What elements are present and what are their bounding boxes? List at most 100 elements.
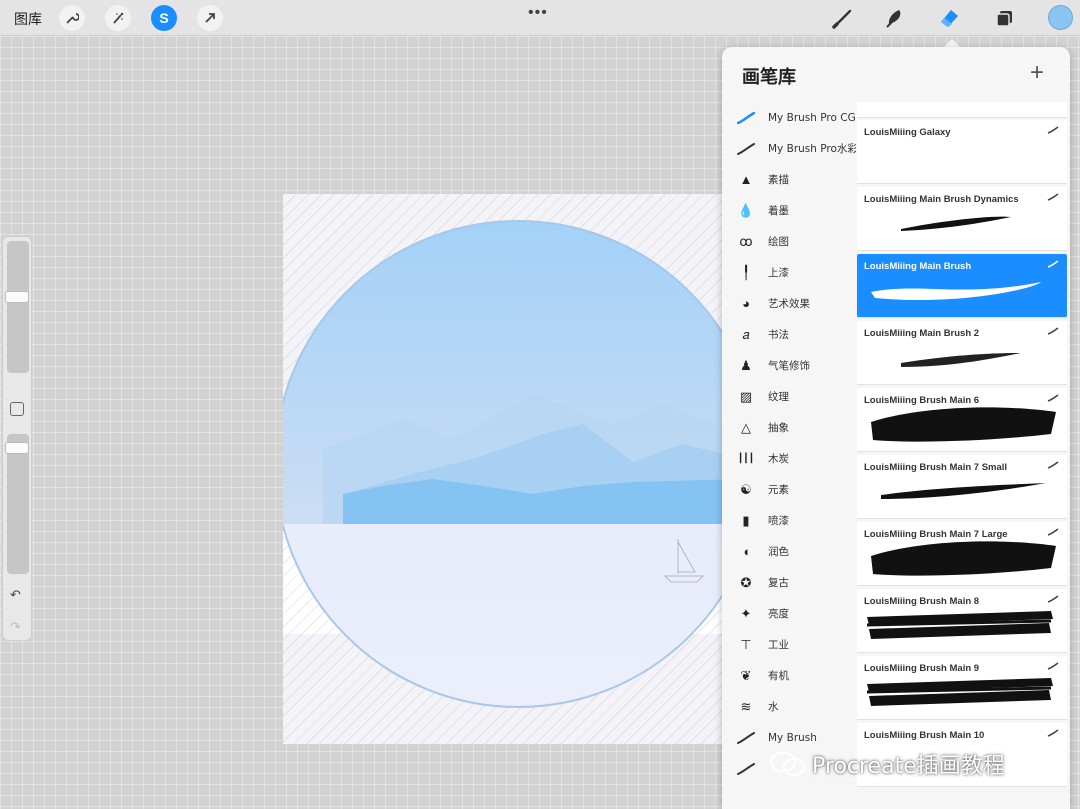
brush-icon[interactable]: [830, 5, 856, 31]
watermark-text: Procreate插画教程: [812, 754, 1005, 779]
brush-item[interactable]: LouisMiiing Main Brush Dynamics: [857, 187, 1067, 251]
brush-set-item[interactable]: ◖ 润色: [722, 536, 856, 567]
stroke-blue-icon: [735, 107, 757, 129]
imported-brush-icon: [1047, 461, 1059, 472]
brush-stroke-preview: [861, 670, 1061, 719]
imported-brush-icon: [1047, 126, 1059, 137]
brushes-list: LouisMiiing Galaxy LouisMiiing Main Brush…: [857, 102, 1067, 809]
luminance-sparkle-icon: ✦: [740, 605, 752, 621]
gallery-button[interactable]: 图库: [14, 9, 42, 29]
transform-arrow-icon[interactable]: [197, 5, 223, 31]
brush-stroke-preview: [861, 536, 1061, 585]
charcoal-icon: ┃┃┃: [737, 453, 755, 463]
brush-stroke-preview: [861, 341, 1061, 380]
brush-size-thumb[interactable]: [5, 291, 29, 303]
more-options-icon[interactable]: •••: [528, 4, 548, 22]
brush-set-item[interactable]: ❦ 有机: [722, 660, 856, 691]
industrial-anvil-icon: ⊤: [740, 636, 752, 652]
brush-set-label: 润色: [768, 546, 789, 558]
brush-set-item[interactable]: ◕ 艺术效果: [722, 288, 856, 319]
brush-set-item[interactable]: ▲ 素描: [722, 164, 856, 195]
brush-set-label: 抽象: [768, 422, 789, 434]
brush-set-label: 纹理: [768, 391, 789, 403]
brush-set-item[interactable]: ☯ 元素: [722, 474, 856, 505]
brush-set-label: 着墨: [768, 205, 789, 217]
opacity-thumb[interactable]: [5, 442, 29, 454]
brush-name: LouisMiiing Main Brush Dynamics: [864, 194, 1019, 205]
brush-stroke-preview: [861, 402, 1061, 451]
brush-size-slider[interactable]: [7, 241, 29, 373]
modify-button[interactable]: [10, 402, 24, 416]
brush-set-item[interactable]: My Brush Pro CG: [722, 102, 856, 133]
brush-set-label: 喷漆: [768, 515, 789, 527]
brush-set-item[interactable]: ≋ 水: [722, 691, 856, 722]
brush-set-item[interactable]: ┃┃┃ 木炭: [722, 443, 856, 474]
brush-item[interactable]: LouisMiiing Brush Main 9: [857, 656, 1067, 720]
brush-set-item[interactable]: My Brush Pro水彩: [722, 133, 856, 164]
brush-item[interactable]: LouisMiiing Brush Main 8: [857, 589, 1067, 653]
undo-icon[interactable]: ↶: [10, 587, 21, 603]
color-picker-swatch[interactable]: [1048, 5, 1073, 30]
imported-brush-icon: [1047, 327, 1059, 338]
brush-stroke-preview: [861, 274, 1061, 313]
brush-set-item[interactable]: ꝏ 绘图: [722, 226, 856, 257]
brush-set-item[interactable]: ▮ 喷漆: [722, 505, 856, 536]
brush-item-selected[interactable]: LouisMiiing Main Brush: [857, 254, 1067, 318]
calligraphy-icon: 𝑎: [742, 326, 750, 342]
brush-set-label: 有机: [768, 670, 789, 682]
spray-can-icon: ▮: [742, 512, 750, 528]
brush-item[interactable]: LouisMiiing Brush Main 7 Large: [857, 522, 1067, 586]
brush-set-item[interactable]: ⊤ 工业: [722, 629, 856, 660]
brush-name: LouisMiiing Galaxy: [864, 127, 951, 138]
watermark: Procreate插画教程: [770, 748, 1005, 780]
brush-set-item[interactable]: ✦ 亮度: [722, 598, 856, 629]
brush-set-label: 气笔修饰: [768, 360, 810, 372]
eraser-icon[interactable]: [936, 5, 962, 31]
brush-library-panel: 画笔库 + My Brush Pro CG My Brush Pro水彩 ▲ 素描 💧 着…: [722, 47, 1070, 809]
layers-icon[interactable]: [992, 5, 1018, 31]
adjustments-wand-icon[interactable]: [105, 5, 131, 31]
brush-set-label: 上漆: [768, 267, 789, 279]
opacity-slider[interactable]: [7, 434, 29, 574]
imported-brush-icon: [1047, 193, 1059, 204]
actions-wrench-icon[interactable]: [59, 5, 85, 31]
organic-leaf-icon: ❦: [740, 667, 752, 683]
brush-set-item[interactable]: ╿ 上漆: [722, 257, 856, 288]
brush-set-item[interactable]: 𝑎 书法: [722, 319, 856, 350]
abstract-triangle-icon: △: [741, 419, 751, 435]
vintage-star-icon: ✪: [740, 574, 752, 590]
touchup-icon: ◖: [742, 544, 750, 559]
brush-set-label: 亮度: [768, 608, 789, 620]
ink-drop-icon: 💧: [737, 202, 755, 218]
drawing-canvas[interactable]: [283, 194, 743, 744]
brush-set-item[interactable]: ▨ 纹理: [722, 381, 856, 412]
brush-stroke-preview: [861, 207, 1061, 246]
brush-sets-list: My Brush Pro CG My Brush Pro水彩 ▲ 素描 💧 着墨 ꝏ 绘图 ╿ 上…: [722, 102, 856, 809]
brush-item[interactable]: LouisMiiing Brush Main 6: [857, 388, 1067, 452]
redo-icon[interactable]: ↷: [10, 619, 21, 635]
imported-brush-icon: [1047, 729, 1059, 740]
water-waves-icon: ≋: [740, 698, 752, 714]
brush-name: LouisMiiing Main Brush 2: [864, 328, 980, 339]
brush-stroke-preview: [861, 603, 1061, 652]
elements-yin-yang-icon: ☯: [740, 481, 752, 497]
add-brush-button[interactable]: +: [1030, 59, 1044, 87]
brush-name: LouisMiiing Main Brush: [864, 261, 972, 272]
brush-set-label: 素描: [768, 174, 789, 186]
brush-set-item[interactable]: △ 抽象: [722, 412, 856, 443]
drawing-curl-icon: ꝏ: [739, 233, 753, 249]
selection-s-icon[interactable]: S: [151, 5, 177, 31]
brush-set-item[interactable]: 💧 着墨: [722, 195, 856, 226]
brush-set-label: 艺术效果: [768, 298, 810, 310]
brush-set-item[interactable]: ♟ 气笔修饰: [722, 350, 856, 381]
airbrush-icon: ♟: [740, 357, 752, 373]
selection-label: S: [159, 10, 169, 26]
brush-item[interactable]: [857, 102, 1067, 118]
brush-set-item[interactable]: ✪ 复古: [722, 567, 856, 598]
smudge-icon[interactable]: [882, 5, 908, 31]
brush-item[interactable]: LouisMiiing Brush Main 7 Small: [857, 455, 1067, 519]
brush-item[interactable]: LouisMiiing Galaxy: [857, 120, 1067, 184]
brush-item[interactable]: LouisMiiing Main Brush 2: [857, 321, 1067, 385]
brush-set-label: 复古: [768, 577, 789, 589]
artwork-illustration: [283, 220, 743, 708]
